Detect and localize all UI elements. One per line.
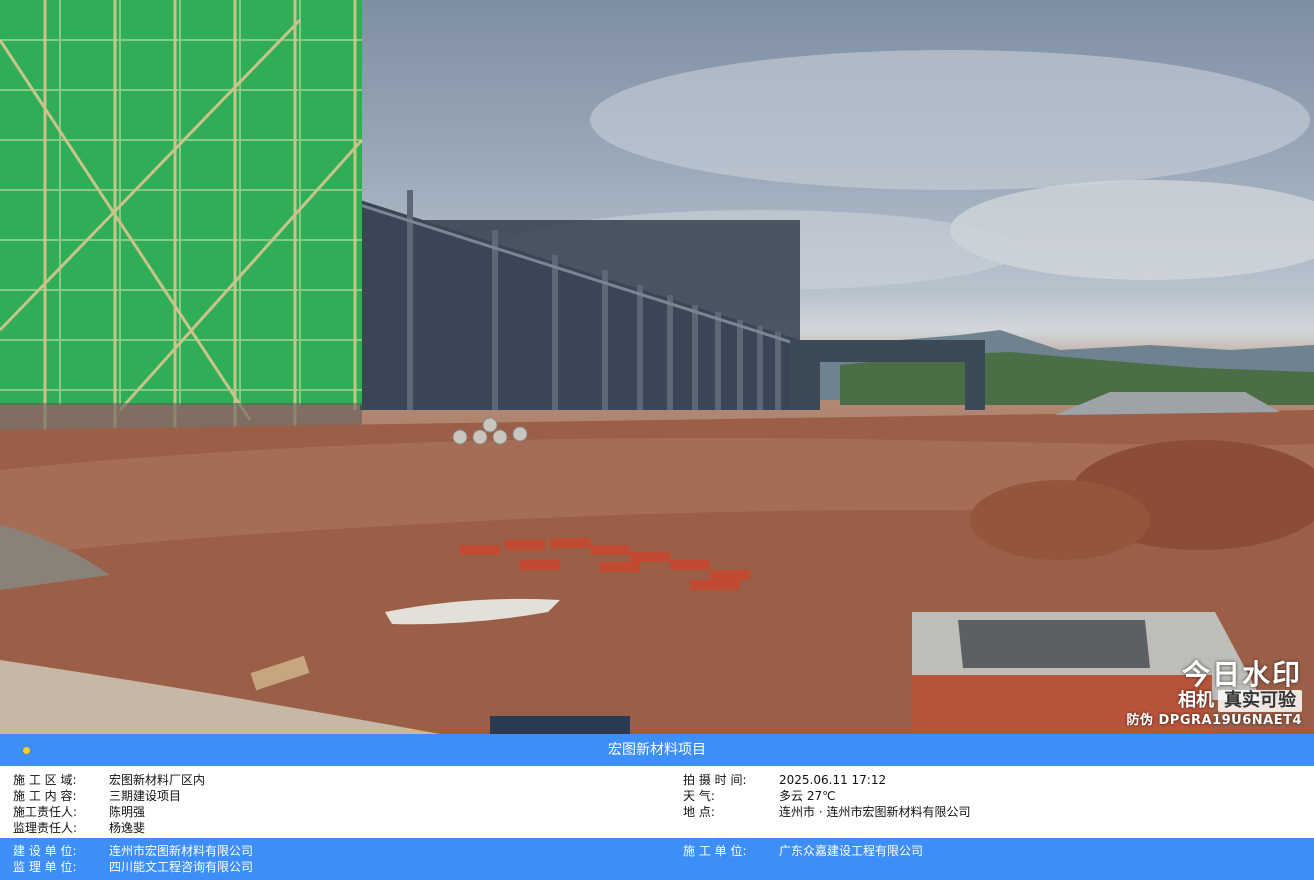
watermark-camera: 相机 <box>1178 690 1214 711</box>
info-row: 拍 摄 时 间: 2025.06.11 17:12 <box>683 772 970 788</box>
project-title-bar: 宏图新材料项目 <box>0 734 1314 766</box>
footer-value: 广东众嘉建设工程有限公司 <box>779 844 924 858</box>
info-value: 杨逸斐 <box>109 821 146 835</box>
footer-row: 施 工 单 位: 广东众嘉建设工程有限公司 <box>683 843 923 859</box>
info-right-column: 拍 摄 时 间: 2025.06.11 17:12 天 气: 多云 27℃ 地 点:… <box>683 772 970 820</box>
info-label: 地 点: <box>683 805 715 819</box>
watermark-logo: 今日水印 <box>1181 658 1302 691</box>
info-value: 2025.06.11 17:12 <box>779 773 887 787</box>
watermark-verified-badge: 真实可验 <box>1218 690 1302 712</box>
info-block: 施 工 区 域: 宏图新材料厂区内 施 工 内 容: 三期建设项目 施工责任人: 陈明… <box>0 766 1314 838</box>
footer-value: 四川能文工程咨询有限公司 <box>109 860 254 874</box>
info-row: 监理责任人: 杨逸斐 <box>13 820 205 836</box>
info-label: 施 工 区 域: <box>13 773 77 787</box>
footer-label: 监 理 单 位: <box>13 860 77 874</box>
info-row: 施 工 内 容: 三期建设项目 <box>13 788 205 804</box>
dot-icon <box>23 747 30 754</box>
footer-label: 施 工 单 位: <box>683 844 747 858</box>
info-row: 施 工 区 域: 宏图新材料厂区内 <box>13 772 205 788</box>
watermark-subtitle: 相机 真实可验 <box>1126 690 1302 712</box>
info-value: 多云 27℃ <box>779 789 836 803</box>
footer-left-column: 建 设 单 位: 连州市宏图新材料有限公司 监 理 单 位: 四川能文工程咨询有限公… <box>13 843 253 875</box>
footer-bar: 建 设 单 位: 连州市宏图新材料有限公司 监 理 单 位: 四川能文工程咨询有限公… <box>0 838 1314 880</box>
site-photo: 今日水印 相机 真实可验 防伪 DPGRA19U6NAET4 <box>0 0 1314 734</box>
info-value: 宏图新材料厂区内 <box>109 773 206 787</box>
info-left-column: 施 工 区 域: 宏图新材料厂区内 施 工 内 容: 三期建设项目 施工责任人: 陈明… <box>13 772 205 836</box>
footer-label: 建 设 单 位: <box>13 844 77 858</box>
project-title: 宏图新材料项目 <box>608 742 706 758</box>
footer-row: 建 设 单 位: 连州市宏图新材料有限公司 <box>13 843 253 859</box>
info-label: 拍 摄 时 间: <box>683 773 747 787</box>
info-label: 施 工 内 容: <box>13 789 77 803</box>
info-value: 连州市 · 连州市宏图新材料有限公司 <box>779 805 971 819</box>
footer-row: 监 理 单 位: 四川能文工程咨询有限公司 <box>13 859 253 875</box>
construction-site-scene <box>0 0 1314 734</box>
watermark-anti-fake-code: 防伪 DPGRA19U6NAET4 <box>1126 713 1302 728</box>
footer-value: 连州市宏图新材料有限公司 <box>109 844 254 858</box>
info-row: 天 气: 多云 27℃ <box>683 788 970 804</box>
watermark: 今日水印 相机 真实可验 防伪 DPGRA19U6NAET4 <box>1126 660 1302 730</box>
info-value: 三期建设项目 <box>109 789 182 803</box>
info-label: 施工责任人: <box>13 805 78 819</box>
footer-right-column: 施 工 单 位: 广东众嘉建设工程有限公司 <box>683 843 923 859</box>
info-row: 施工责任人: 陈明强 <box>13 804 205 820</box>
info-value: 陈明强 <box>109 805 146 819</box>
info-row: 地 点: 连州市 · 连州市宏图新材料有限公司 <box>683 804 970 820</box>
info-label: 监理责任人: <box>13 821 78 835</box>
info-label: 天 气: <box>683 789 715 803</box>
